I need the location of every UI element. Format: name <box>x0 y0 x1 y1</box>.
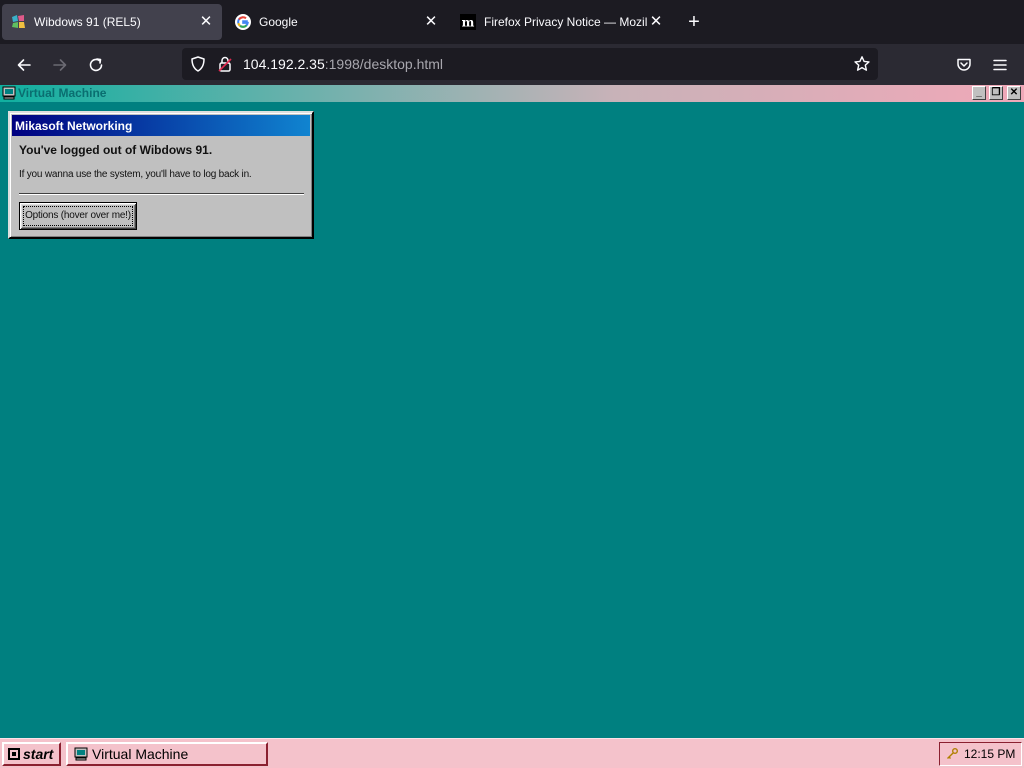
system-tray: 12:15 PM <box>939 742 1022 766</box>
url-text[interactable]: 104.192.2.35:1998/desktop.html <box>243 56 443 72</box>
lock-icon[interactable] <box>216 55 234 73</box>
dialog-titlebar[interactable]: Mikasoft Networking <box>12 115 310 136</box>
browser-nav-bar: 104.192.2.35:1998/desktop.html <box>0 44 1024 85</box>
restore-button[interactable]: ❐ <box>989 86 1003 100</box>
shield-icon[interactable] <box>189 55 207 73</box>
vm-window-titlebar[interactable]: Virtual Machine _ ❐ ✕ <box>0 85 1024 102</box>
tab-google[interactable]: Google ✕ <box>227 4 447 40</box>
minimize-button[interactable]: _ <box>972 86 986 100</box>
hamburger-menu-icon <box>993 59 1007 71</box>
pocket-icon <box>957 58 971 71</box>
dialog-heading: You've logged out of Wibdows 91. <box>19 143 213 157</box>
back-button[interactable] <box>11 52 37 78</box>
desktop[interactable]: Mikasoft Networking You've logged out of… <box>0 102 1024 738</box>
url-host: 104.192.2.35 <box>243 56 325 72</box>
options-button[interactable]: Options (hover over me!) <box>19 202 137 230</box>
reload-button[interactable] <box>83 52 109 78</box>
dialog-message: If you wanna use the system, you'll have… <box>19 169 252 180</box>
tab-title: Google <box>259 15 298 29</box>
tab-close-icon[interactable]: ✕ <box>423 14 439 30</box>
tab-close-icon[interactable]: ✕ <box>648 14 664 30</box>
taskbar-item-virtual-machine[interactable]: Virtual Machine <box>66 742 268 766</box>
clock[interactable]: 12:15 PM <box>964 747 1015 761</box>
forward-button[interactable] <box>47 52 73 78</box>
tab-title: Firefox Privacy Notice — Mozilla <box>484 15 648 29</box>
url-bar[interactable]: 104.192.2.35:1998/desktop.html <box>182 48 878 80</box>
tab-firefox-privacy[interactable]: m Firefox Privacy Notice — Mozilla ✕ <box>452 4 672 40</box>
google-g-icon <box>235 14 251 30</box>
computer-icon <box>2 86 16 100</box>
focus-ring <box>23 206 133 226</box>
vm-window-title: Virtual Machine <box>18 86 107 100</box>
dialog-title: Mikasoft Networking <box>15 119 133 133</box>
taskbar-item-label: Virtual Machine <box>92 746 189 762</box>
dialog-divider <box>19 193 304 195</box>
computer-icon <box>74 747 88 761</box>
key-icon[interactable] <box>946 748 958 760</box>
tab-wibdows-91[interactable]: Wibdows 91 (REL5) ✕ <box>2 4 222 40</box>
pocket-button[interactable] <box>951 52 977 78</box>
new-tab-button[interactable]: + <box>683 11 705 33</box>
start-logo-icon <box>8 748 20 760</box>
svg-text:m: m <box>462 16 475 30</box>
wibdows-logo-icon <box>10 14 26 30</box>
start-label: start <box>23 746 54 762</box>
tab-title: Wibdows 91 (REL5) <box>34 15 141 29</box>
forward-arrow-icon <box>53 59 67 71</box>
close-button[interactable]: ✕ <box>1007 86 1021 100</box>
bookmark-star-icon[interactable] <box>853 55 871 73</box>
start-button[interactable]: start <box>2 742 61 766</box>
app-menu-button[interactable] <box>987 52 1013 78</box>
reload-icon <box>89 58 103 72</box>
tab-close-icon[interactable]: ✕ <box>198 14 214 30</box>
url-path: :1998/desktop.html <box>324 56 444 72</box>
networking-dialog: Mikasoft Networking You've logged out of… <box>8 111 314 239</box>
browser-tab-bar: Wibdows 91 (REL5) ✕ Google ✕ m Firefox P… <box>0 0 1024 44</box>
mozilla-m-icon: m <box>460 14 476 30</box>
back-arrow-icon <box>17 59 31 71</box>
taskbar: start Virtual Machine 12:15 PM <box>0 738 1024 768</box>
